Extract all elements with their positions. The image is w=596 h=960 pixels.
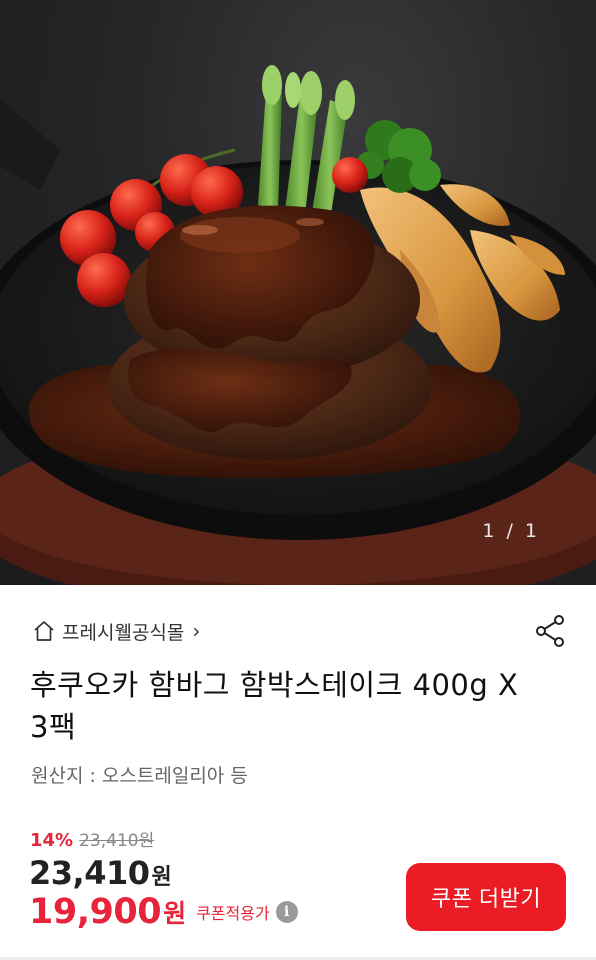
product-image[interactable]: 1 / 1 [0, 0, 596, 585]
coupon-price-unit: 원 [163, 899, 187, 928]
share-icon [536, 615, 564, 647]
product-title: 후쿠오카 함바그 함박스테이크 400g X3팩 [30, 668, 519, 744]
image-counter: 1 / 1 [482, 520, 540, 542]
sale-price-unit: 원 [151, 865, 172, 890]
product-photo-illustration [0, 65, 596, 585]
coupon-price: 19,900 원 쿠폰적용가 i [29, 892, 298, 932]
store-name: 프레시웰공식몰 [62, 621, 185, 644]
chevron-right-icon: › [192, 619, 201, 643]
home-icon [32, 619, 56, 643]
sale-price: 23,410 원 [29, 854, 172, 892]
original-price: 23,410원 [79, 831, 155, 851]
coupon-price-value: 19,900 [29, 892, 162, 932]
store-link[interactable]: 프레시웰공식몰 › [32, 617, 200, 645]
coupon-applied-label: 쿠폰적용가 [196, 904, 270, 923]
discount-rate: 14% [30, 830, 74, 851]
sale-price-value: 23,410 [29, 854, 150, 892]
discount-row: 14% 23,410원 [30, 826, 154, 851]
share-button[interactable] [533, 613, 569, 649]
origin-info: 원산지 : 오스트레일리아 등 [31, 765, 248, 787]
info-icon[interactable]: i [275, 901, 298, 923]
get-more-coupons-button[interactable]: 쿠폰 더받기 [406, 863, 566, 931]
